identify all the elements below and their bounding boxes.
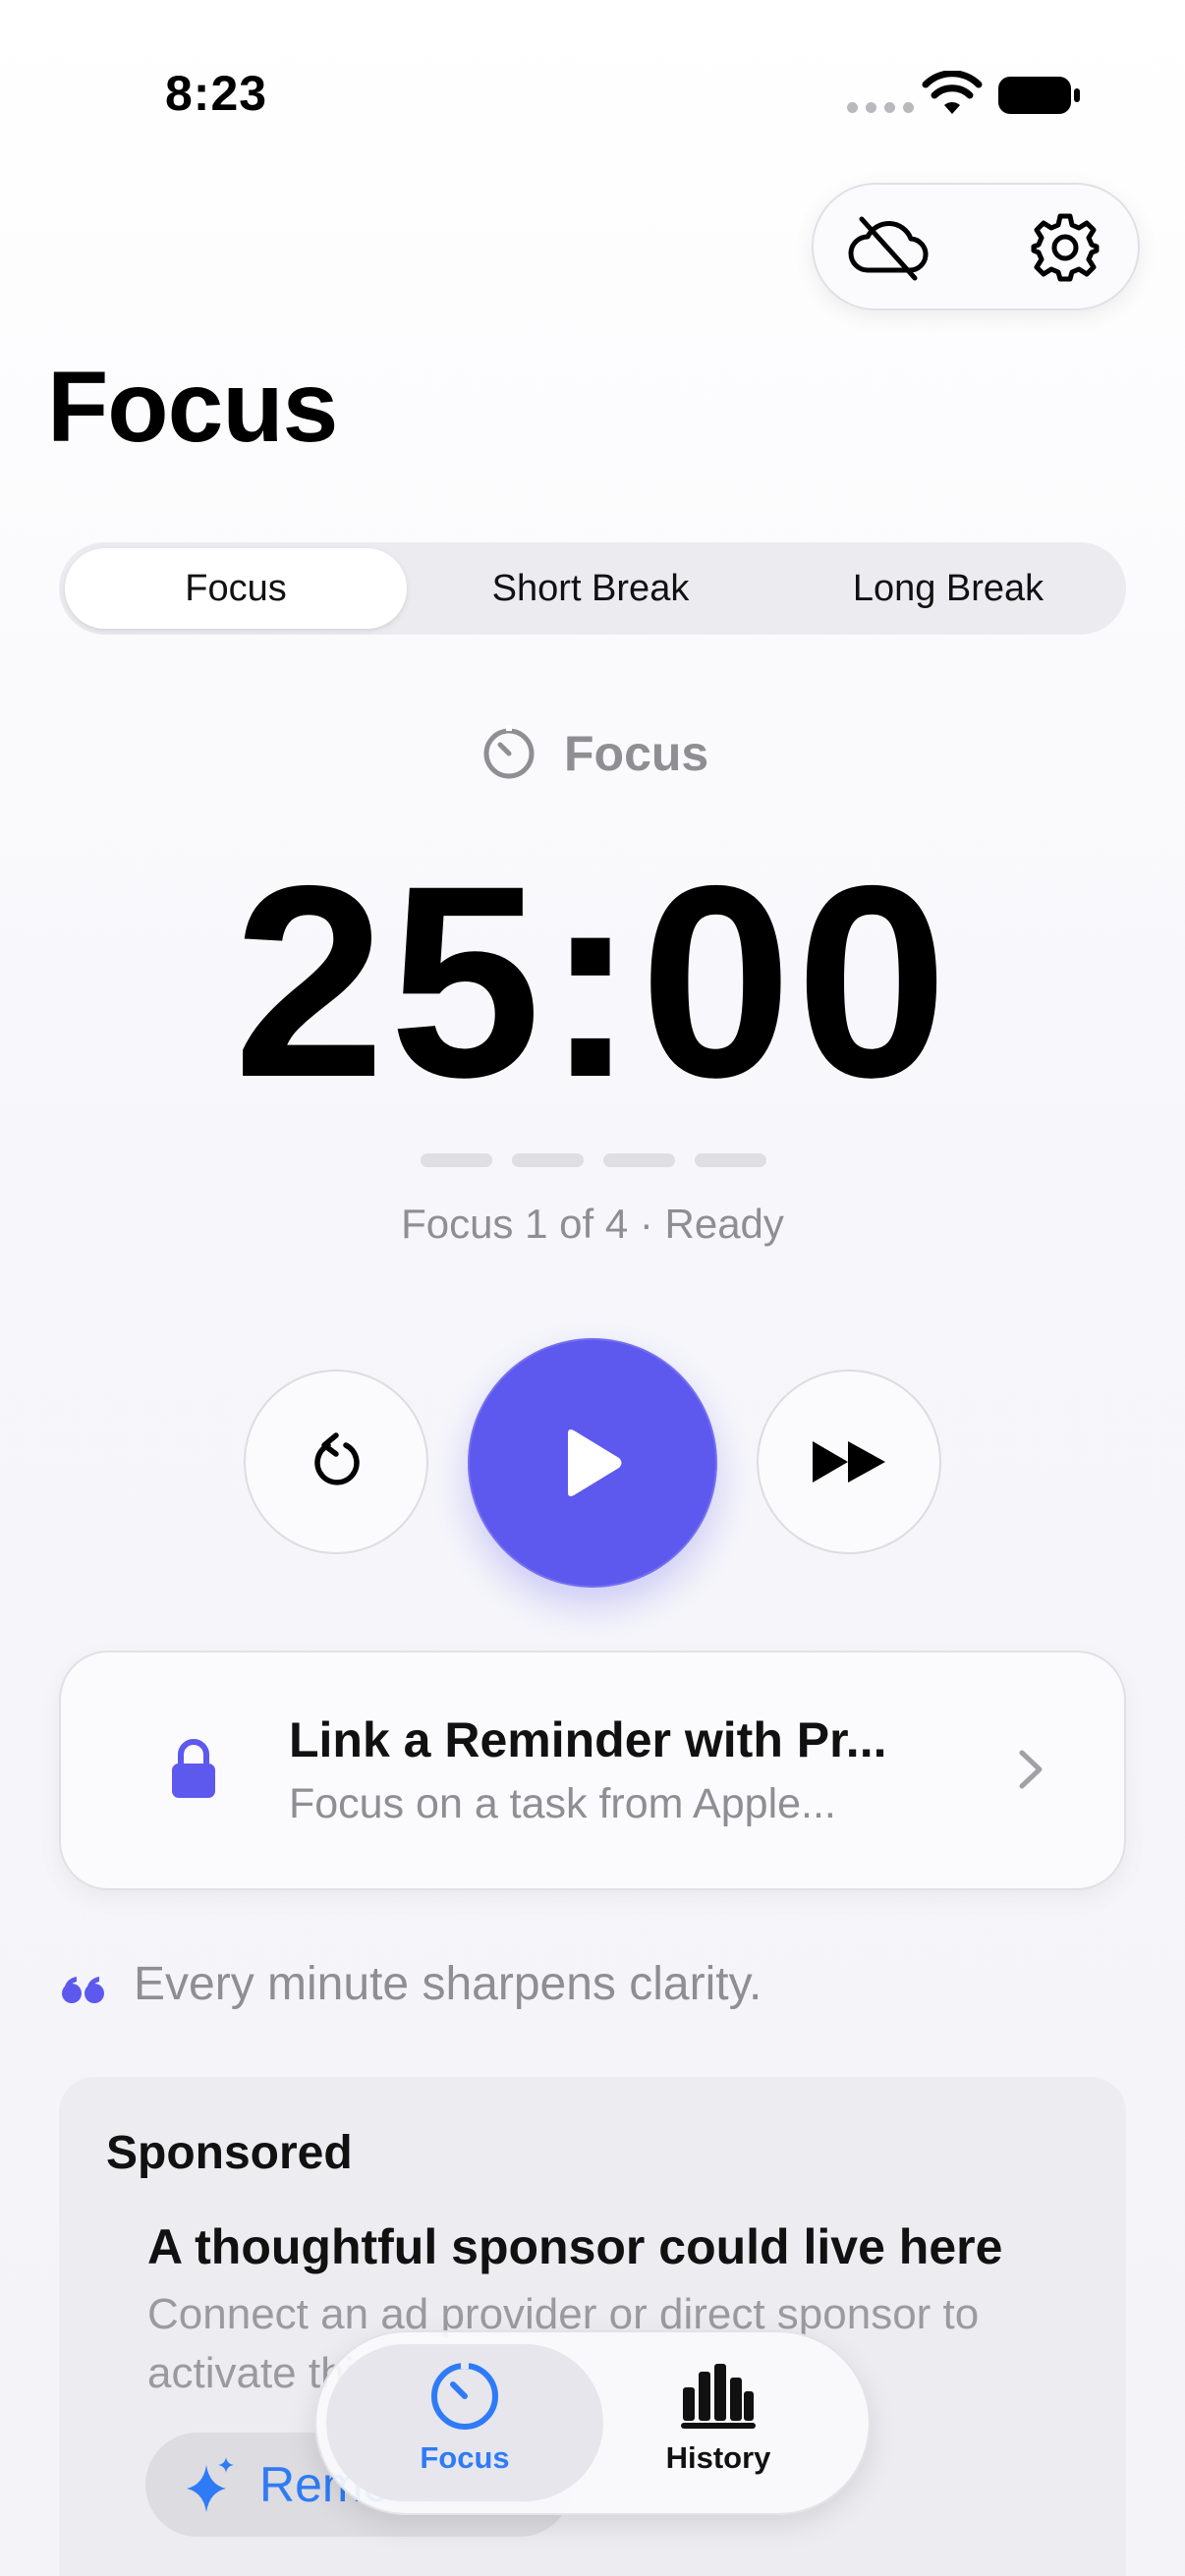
- session-progress-indicator: [421, 1153, 766, 1167]
- segment-short-break[interactable]: Short Break: [413, 542, 768, 635]
- motivational-quote: Every minute sharpens clarity.: [134, 1958, 762, 2010]
- status-time: 8:23: [165, 66, 268, 121]
- cloud-sync-button[interactable]: [845, 206, 931, 289]
- play-icon: [568, 1429, 622, 1496]
- session-status: Focus 1 of 4 · Ready: [401, 1201, 784, 1247]
- timer-icon: [483, 725, 535, 779]
- chevron-right-icon: [1019, 1750, 1043, 1789]
- wifi-icon: [922, 71, 983, 114]
- tab-focus-label: Focus: [420, 2440, 510, 2475]
- gear-icon: [1031, 213, 1100, 282]
- settings-button[interactable]: [1022, 206, 1108, 289]
- segment-long-break[interactable]: Long Break: [776, 542, 1120, 635]
- battery-icon: [998, 77, 1080, 114]
- skip-button[interactable]: [757, 1370, 941, 1554]
- cloud-off-icon: [848, 216, 929, 281]
- page-title: Focus: [47, 351, 338, 463]
- session-dot: [603, 1153, 675, 1167]
- link-reminder-card[interactable]: [59, 1651, 1126, 1890]
- skip-forward-icon: [813, 1441, 885, 1483]
- tab-history[interactable]: History: [610, 2358, 826, 2476]
- reminder-card-subtitle: Focus on a task from Apple...: [289, 1780, 836, 1827]
- session-dot: [695, 1153, 766, 1167]
- session-dot: [421, 1153, 492, 1167]
- cellular-signal-icon: [847, 102, 914, 113]
- play-button[interactable]: [468, 1338, 717, 1588]
- reset-button[interactable]: [244, 1370, 428, 1554]
- sponsor-title: A thoughtful sponsor could live here: [147, 2219, 1003, 2274]
- timer-icon: [431, 2361, 498, 2430]
- sponsored-label: Sponsored: [106, 2127, 353, 2179]
- tab-focus[interactable]: Focus: [357, 2358, 573, 2476]
- chart-icon: [681, 2364, 756, 2429]
- reset-icon: [314, 1432, 360, 1485]
- mode-label: Focus: [564, 726, 709, 781]
- sparkle-icon: [187, 2457, 234, 2512]
- lock-icon: [172, 1739, 215, 1798]
- segment-focus[interactable]: Focus: [65, 542, 407, 635]
- session-dot: [512, 1153, 584, 1167]
- reminder-card-title: Link a Reminder with Pr...: [289, 1712, 887, 1767]
- timer-display: 25:00: [233, 828, 952, 1134]
- quote-icon: [62, 1977, 104, 2003]
- tab-history-label: History: [665, 2440, 771, 2475]
